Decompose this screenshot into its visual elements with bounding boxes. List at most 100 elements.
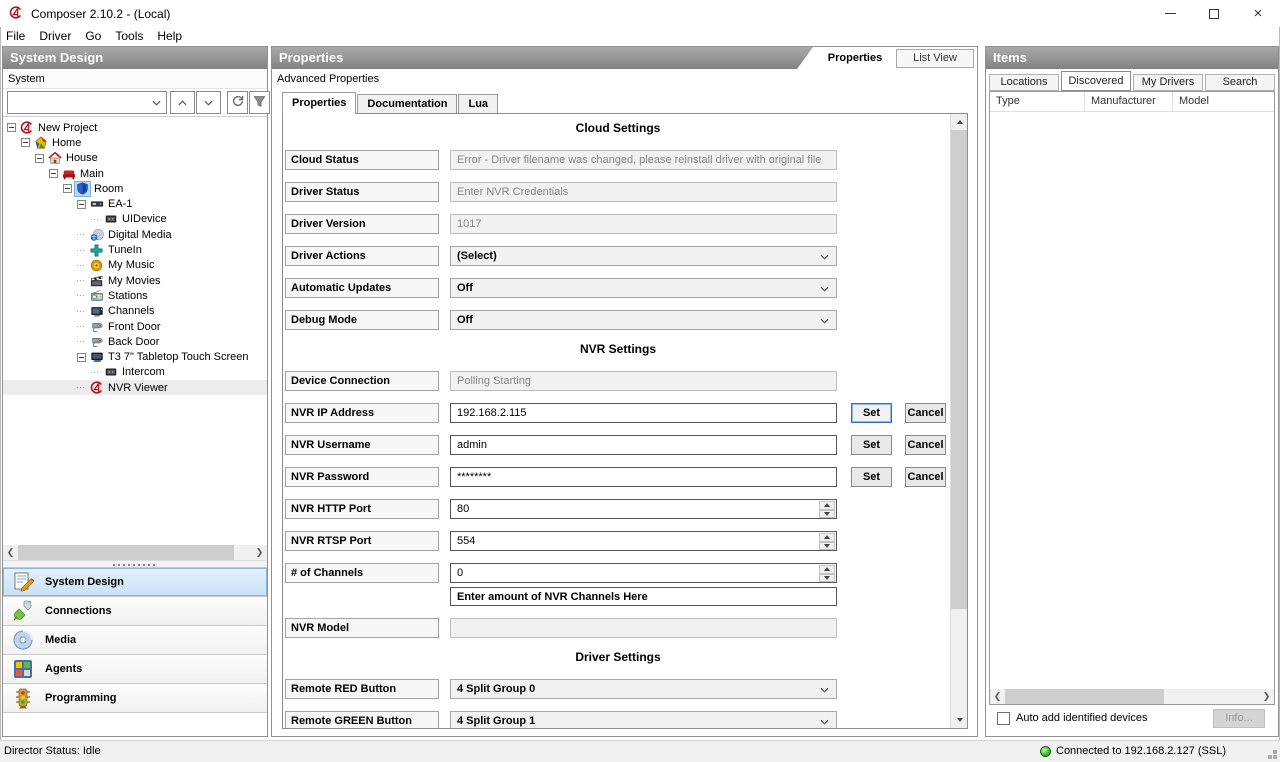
- tab-properties-view[interactable]: Properties: [819, 47, 891, 69]
- nav-item-system-design[interactable]: System Design: [3, 568, 267, 597]
- tab-list-view[interactable]: List View: [896, 49, 974, 68]
- scroll-left-icon[interactable]: ❮: [990, 689, 1005, 704]
- tab-properties[interactable]: Properties: [282, 92, 356, 114]
- window-minimize-button[interactable]: [1148, 0, 1192, 27]
- property-text-input[interactable]: admin: [450, 435, 837, 455]
- tree-item-digital-media[interactable]: Digital Media: [3, 227, 267, 242]
- tab-documentation[interactable]: Documentation: [357, 94, 457, 114]
- scroll-down-icon[interactable]: [951, 712, 968, 728]
- scrollbar-thumb[interactable]: [1005, 689, 1164, 704]
- tab-my-drivers[interactable]: My Drivers: [1133, 74, 1203, 91]
- cancel-button[interactable]: Cancel: [905, 435, 946, 455]
- filter-button[interactable]: [249, 91, 270, 114]
- tree-item-room[interactable]: Room: [3, 181, 267, 196]
- tab-locations[interactable]: Locations: [989, 74, 1059, 91]
- property-spinner-input[interactable]: 0: [450, 563, 837, 583]
- nav-item-programming[interactable]: Programming: [3, 684, 267, 713]
- tree-item-my-movies[interactable]: My Movies: [3, 273, 267, 288]
- panel-splitter[interactable]: [3, 560, 267, 568]
- tree-expander-icon[interactable]: [35, 154, 44, 163]
- spinner-up-icon[interactable]: [819, 533, 835, 542]
- tree-expander-icon[interactable]: [21, 138, 30, 147]
- nav-item-agents[interactable]: Agents: [3, 655, 267, 684]
- properties-form: Cloud SettingsCloud StatusError - Driver…: [282, 113, 968, 729]
- tree-item-t3-7-tabletop-touch-screen[interactable]: T3 7" Tabletop Touch Screen: [3, 349, 267, 364]
- property-note-input[interactable]: Enter amount of NVR Channels Here: [450, 587, 837, 606]
- tree-item-house[interactable]: House: [3, 151, 267, 166]
- tree-item-back-door[interactable]: Back Door: [3, 334, 267, 349]
- tree-horizontal-scrollbar[interactable]: ❮ ❯: [3, 545, 267, 560]
- column-header-manufacturer[interactable]: Manufacturer: [1085, 92, 1173, 111]
- tree-item-front-door[interactable]: Front Door: [3, 319, 267, 334]
- refresh-button[interactable]: [227, 91, 248, 114]
- window-close-button[interactable]: ×: [1236, 0, 1280, 27]
- scrollbar-thumb[interactable]: [951, 130, 968, 609]
- nav-item-connections[interactable]: Connections: [3, 597, 267, 626]
- tree-item-home[interactable]: Home: [3, 135, 267, 150]
- tree-expander-icon[interactable]: [63, 184, 72, 193]
- control4-logo-icon: [89, 381, 104, 395]
- scroll-left-icon[interactable]: ❮: [3, 545, 18, 560]
- menu-item-driver[interactable]: Driver: [32, 27, 78, 46]
- cancel-button[interactable]: Cancel: [905, 403, 946, 423]
- menu-item-tools[interactable]: Tools: [108, 27, 150, 46]
- set-button[interactable]: Set: [851, 403, 892, 423]
- scrollbar-thumb[interactable]: [18, 545, 234, 560]
- tree-connector: [77, 280, 86, 281]
- tree-item-nvr-viewer[interactable]: NVR Viewer: [3, 380, 267, 395]
- tree-item-uidevice[interactable]: UIDevice: [3, 212, 267, 227]
- menu-item-help[interactable]: Help: [150, 27, 189, 46]
- scroll-right-icon[interactable]: ❯: [252, 545, 267, 560]
- resize-grip[interactable]: [1273, 755, 1277, 759]
- spinner-up-icon[interactable]: [819, 565, 835, 574]
- set-button[interactable]: Set: [851, 435, 892, 455]
- tree-item-my-music[interactable]: My Music: [3, 258, 267, 273]
- form-vertical-scrollbar[interactable]: [950, 114, 967, 728]
- spinner-down-icon[interactable]: [819, 542, 835, 551]
- menu-item-go[interactable]: Go: [78, 27, 108, 46]
- property-text-input[interactable]: 192.168.2.115: [450, 403, 837, 423]
- tree-item-ea-1[interactable]: EA-1: [3, 196, 267, 211]
- property-dropdown[interactable]: Off: [450, 310, 837, 330]
- tree-expander-icon[interactable]: [77, 200, 86, 209]
- nav-item-media[interactable]: Media: [3, 626, 267, 655]
- column-header-model[interactable]: Model: [1173, 92, 1274, 111]
- property-spinner-input[interactable]: 554: [450, 531, 837, 551]
- tree-item-tunein[interactable]: TuneIn: [3, 242, 267, 257]
- tree-item-main[interactable]: Main: [3, 166, 267, 181]
- spinner-up-icon[interactable]: [819, 501, 835, 510]
- property-dropdown[interactable]: Off: [450, 278, 837, 298]
- property-spinner-input[interactable]: 80: [450, 499, 837, 519]
- view-navigation: System DesignConnectionsMediaAgentsProgr…: [3, 568, 267, 713]
- tree-item-stations[interactable]: Stations: [3, 288, 267, 303]
- tab-lua[interactable]: Lua: [458, 94, 498, 114]
- tab-discovered[interactable]: Discovered: [1061, 71, 1131, 91]
- tree-expander-icon[interactable]: [77, 353, 86, 362]
- menu-item-file[interactable]: File: [0, 27, 32, 46]
- scroll-right-icon[interactable]: ❯: [1259, 689, 1274, 704]
- property-dropdown[interactable]: 4 Split Group 1: [450, 711, 837, 728]
- tree-move-up-button[interactable]: [170, 91, 195, 114]
- tree-move-down-button[interactable]: [196, 91, 221, 114]
- info-button[interactable]: Info...: [1213, 709, 1265, 728]
- property-dropdown[interactable]: (Select): [450, 246, 837, 266]
- spinner-down-icon[interactable]: [819, 510, 835, 519]
- tree-item-channels[interactable]: Channels: [3, 304, 267, 319]
- cancel-button[interactable]: Cancel: [905, 467, 946, 487]
- set-button[interactable]: Set: [851, 467, 892, 487]
- scroll-up-icon[interactable]: [951, 114, 968, 130]
- spinner-down-icon[interactable]: [819, 574, 835, 583]
- items-horizontal-scrollbar[interactable]: ❮ ❯: [990, 689, 1274, 704]
- system-filter-combobox[interactable]: [7, 91, 167, 114]
- auto-add-checkbox[interactable]: [997, 712, 1010, 725]
- property-dropdown[interactable]: 4 Split Group 0: [450, 679, 837, 699]
- property-row-remote-green-button: Remote GREEN Button4 Split Group 1: [285, 711, 951, 728]
- property-text-input[interactable]: ********: [450, 467, 837, 487]
- tree-expander-icon[interactable]: [49, 169, 58, 178]
- column-header-type[interactable]: Type: [990, 92, 1085, 111]
- tab-search[interactable]: Search: [1205, 74, 1275, 91]
- window-maximize-button[interactable]: [1192, 0, 1236, 27]
- tree-expander-icon[interactable]: [7, 123, 16, 132]
- tree-item-intercom[interactable]: Intercom: [3, 365, 267, 380]
- tree-item-new-project[interactable]: New Project: [3, 120, 267, 135]
